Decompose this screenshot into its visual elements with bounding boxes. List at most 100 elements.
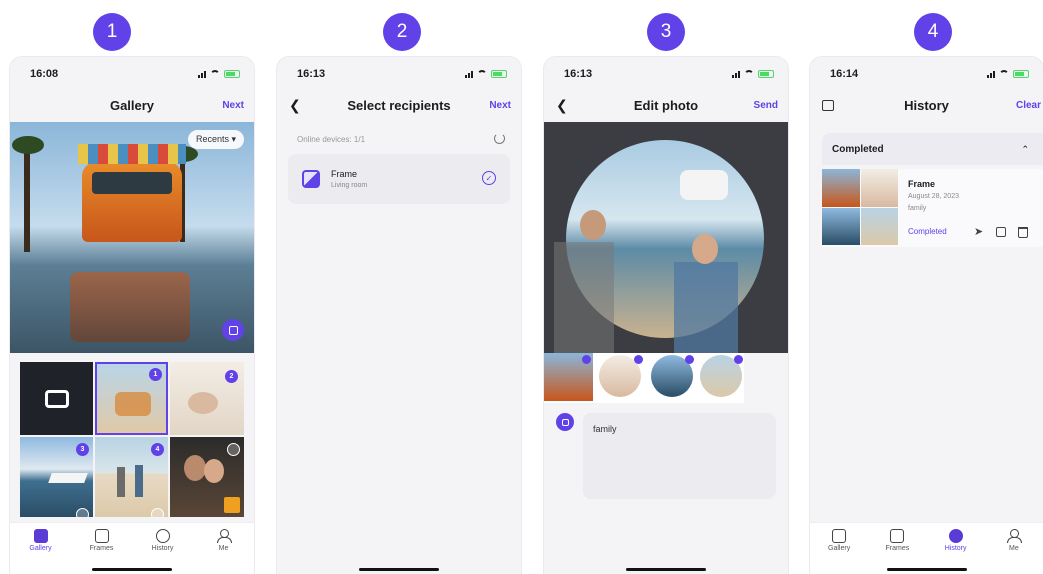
status-bar: 16:13 — [277, 57, 521, 91]
gift-icon[interactable] — [822, 99, 834, 111]
van-windshield — [92, 172, 172, 194]
tab-label: Me — [218, 545, 229, 552]
tab-label: Gallery — [828, 545, 851, 552]
phone-history: 16:14 History Clear Completed ⌃ Frame Au… — [810, 57, 1043, 574]
signal-icon — [987, 70, 995, 78]
caption-input[interactable]: family — [583, 413, 776, 499]
tab-gallery[interactable]: Gallery — [17, 529, 65, 574]
chevron-up-icon[interactable]: ⌃ — [1021, 144, 1029, 155]
refresh-icon[interactable] — [494, 133, 505, 144]
wifi-icon — [744, 70, 754, 78]
nav-bar: ❮ Select recipients Next — [277, 91, 521, 119]
step-badge-3: 3 — [647, 13, 685, 51]
section-title: Completed — [832, 143, 884, 155]
device-location: Living room — [331, 182, 368, 189]
check-circle-icon[interactable]: ✓ — [482, 171, 496, 185]
signal-icon — [465, 70, 473, 78]
collage-van — [822, 169, 860, 207]
tab-bar: Gallery Frames History Me — [810, 522, 1043, 574]
step-badge-1: 1 — [93, 13, 131, 51]
nav-bar: History Clear — [810, 91, 1043, 119]
open-icon[interactable] — [996, 227, 1006, 237]
thumb-baby[interactable]: 2 — [170, 362, 244, 435]
tab-bar: Gallery Frames History Me — [10, 522, 254, 574]
person-shape — [135, 465, 143, 497]
strip-thumb-boat[interactable] — [646, 353, 697, 401]
camera-tile[interactable] — [20, 362, 93, 435]
page-title: Gallery — [109, 97, 155, 113]
van-shape — [115, 392, 151, 416]
select-circle[interactable] — [227, 443, 240, 456]
gift-icon — [224, 497, 240, 513]
history-item-status: Completed — [908, 227, 947, 236]
thumb-family-beach[interactable]: 4 — [95, 437, 168, 517]
thumb-van[interactable]: 1 — [95, 362, 168, 435]
frame-icon — [890, 529, 905, 543]
back-chevron-icon[interactable]: ❮ — [556, 97, 568, 114]
multi-select-button[interactable] — [222, 319, 244, 341]
thumb-kiss[interactable] — [170, 437, 244, 517]
page-title: History — [904, 97, 949, 113]
status-time: 16:14 — [830, 68, 859, 80]
history-item-date: August 28, 2023 — [908, 193, 959, 200]
status-bar: 16:14 — [810, 57, 1043, 91]
trash-icon[interactable] — [1018, 227, 1028, 238]
selection-badge: 4 — [151, 443, 164, 456]
strip-thumb-van[interactable] — [544, 353, 594, 401]
page-title: Edit photo — [633, 97, 699, 113]
edit-canvas[interactable] — [544, 122, 788, 353]
copy-icon — [228, 325, 238, 335]
caption-text: family — [593, 424, 617, 434]
man-face — [580, 210, 606, 240]
strip-thumb-family[interactable] — [698, 353, 744, 401]
back-chevron-icon[interactable]: ❮ — [289, 97, 301, 114]
face-shape — [184, 455, 206, 481]
battery-icon — [491, 70, 507, 78]
surfboards — [78, 144, 186, 164]
selection-badge: 1 — [149, 368, 162, 381]
send-button[interactable]: Send — [754, 100, 778, 111]
frame-device-icon — [302, 170, 320, 188]
thumb-boat[interactable]: 3 — [20, 437, 93, 517]
status-time: 16:08 — [30, 68, 59, 80]
battery-icon — [758, 70, 774, 78]
wifi-icon — [210, 70, 220, 78]
step-badge-4: 4 — [914, 13, 952, 51]
section-header-completed[interactable]: Completed ⌃ — [822, 133, 1043, 165]
collage-baby — [860, 169, 898, 207]
tab-label: Gallery — [29, 545, 52, 552]
page-title: Select recipients — [347, 97, 451, 113]
frame-icon — [94, 529, 109, 543]
status-time: 16:13 — [297, 68, 326, 80]
palm-leaves — [12, 136, 44, 154]
camera-icon — [44, 389, 69, 408]
tab-label: Frames — [89, 545, 114, 552]
child-figure — [680, 170, 728, 200]
home-indicator — [92, 568, 172, 571]
collage-boat — [822, 207, 860, 245]
preview-photo[interactable]: Recents ▾ — [10, 122, 254, 353]
clear-button[interactable]: Clear — [1016, 100, 1041, 111]
device-card[interactable]: Frame Living room ✓ — [288, 154, 510, 204]
history-item[interactable]: Frame August 28, 2023 family Completed ➤ — [822, 169, 1043, 247]
step-badge-2: 2 — [383, 13, 421, 51]
face-shape — [204, 459, 224, 483]
select-circle[interactable] — [151, 508, 164, 517]
home-indicator — [359, 568, 439, 571]
tab-me[interactable]: Me — [200, 529, 248, 574]
next-button[interactable]: Next — [489, 100, 511, 111]
clock-icon — [155, 529, 170, 543]
strip-thumb-baby[interactable] — [595, 353, 645, 401]
history-item-caption: family — [908, 205, 927, 212]
next-button[interactable]: Next — [222, 100, 244, 111]
resend-icon[interactable]: ➤ — [974, 225, 983, 238]
man-figure — [554, 242, 614, 353]
tab-gallery[interactable]: Gallery — [815, 529, 863, 574]
tab-me[interactable]: Me — [990, 529, 1038, 574]
home-indicator — [626, 568, 706, 571]
recents-dropdown[interactable]: Recents ▾ — [187, 130, 244, 149]
woman-figure — [674, 262, 738, 353]
select-circle[interactable] — [76, 508, 89, 517]
battery-icon — [224, 70, 240, 78]
edit-caption-button[interactable] — [556, 413, 574, 431]
